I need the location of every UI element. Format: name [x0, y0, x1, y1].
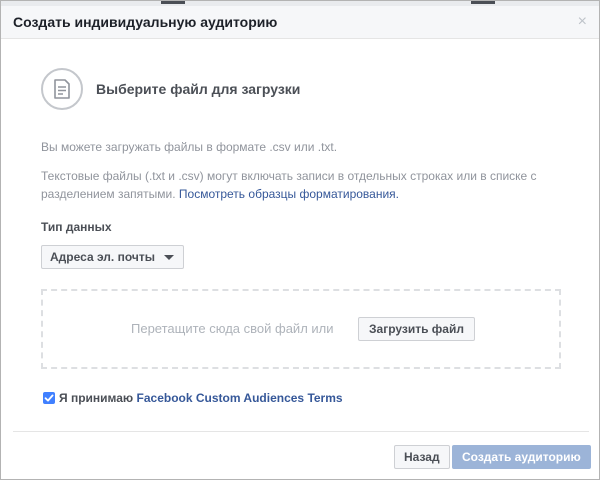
data-type-selected: Адреса эл. почты: [50, 250, 155, 264]
data-type-label: Тип данных: [41, 220, 112, 234]
dialog-title: Создать индивидуальную аудиторию: [13, 14, 278, 30]
back-button[interactable]: Назад: [394, 445, 450, 469]
close-icon[interactable]: ×: [578, 12, 587, 32]
terms-prefix: Я принимаю: [59, 391, 137, 405]
terms-label: Я принимаю Facebook Custom Audiences Ter…: [59, 391, 343, 405]
formatting-examples-link[interactable]: Посмотреть образцы форматирования.: [179, 187, 399, 201]
footer-divider: [13, 431, 589, 432]
formats-info-text: Вы можете загружать файлы в формате .csv…: [41, 140, 338, 154]
strip-nub: [161, 1, 185, 4]
file-document-icon: [41, 68, 83, 110]
create-audience-button[interactable]: Создать аудиторию: [452, 445, 591, 469]
drop-zone-text: Перетащите сюда свой файл или: [131, 321, 334, 336]
structure-info-text: Текстовые файлы (.txt и .csv) могут вклю…: [41, 167, 561, 203]
upload-section-title: Выберите файл для загрузки: [96, 81, 301, 97]
create-custom-audience-dialog: Создать индивидуальную аудиторию × Выбер…: [0, 0, 600, 480]
upload-file-button[interactable]: Загрузить файл: [358, 317, 475, 341]
chevron-down-icon: [163, 255, 174, 260]
data-type-dropdown[interactable]: Адреса эл. почты: [41, 245, 184, 269]
terms-link[interactable]: Facebook Custom Audiences Terms: [137, 391, 343, 405]
dialog-header: Создать индивидуальную аудиторию ×: [1, 6, 599, 39]
checkmark-icon: [44, 394, 54, 402]
file-drop-zone[interactable]: Перетащите сюда свой файл или Загрузить …: [41, 289, 561, 369]
strip-nub: [471, 1, 495, 4]
terms-checkbox[interactable]: [43, 392, 55, 404]
